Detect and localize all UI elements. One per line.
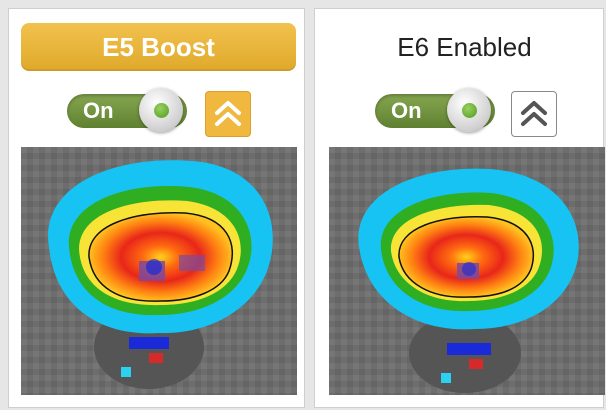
panel-title-e5: E5 Boost [21, 23, 296, 71]
signal-coverage-heatmap-e6 [329, 147, 605, 395]
toggle-label-e5: On [83, 98, 114, 123]
toggle-indicator-dot [154, 103, 169, 118]
double-chevron-up-icon [215, 101, 241, 126]
signal-coverage-heatmap-e5 [21, 147, 297, 395]
toggle-switch-e5[interactable]: On [67, 85, 193, 133]
toggle-knob [139, 88, 183, 132]
panel-e6: E6 Enabled On [314, 8, 605, 408]
panel-e5: E5 Boost On [8, 8, 305, 408]
boost-button-e5[interactable] [205, 91, 251, 137]
toggle-knob [447, 88, 491, 132]
boost-button-e6[interactable] [511, 91, 557, 137]
double-chevron-up-icon [521, 101, 547, 126]
toggle-label-e6: On [391, 98, 422, 123]
toggle-switch-e6[interactable]: On [375, 85, 501, 133]
toggle-indicator-dot [462, 103, 477, 118]
panel-title-e6: E6 Enabled [397, 31, 532, 62]
